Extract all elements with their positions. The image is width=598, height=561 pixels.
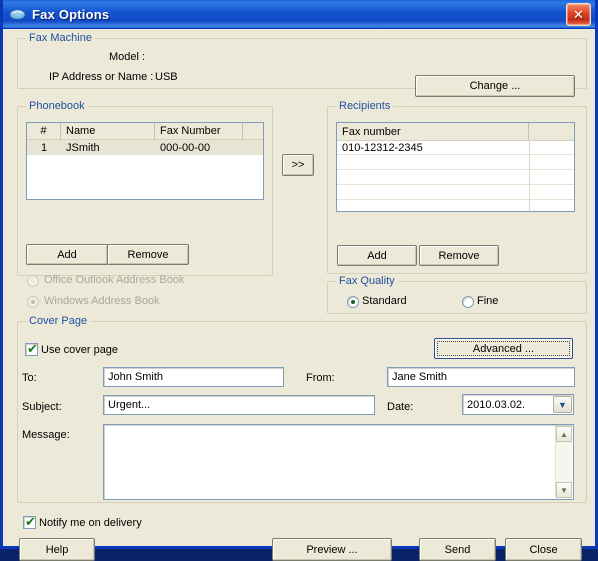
phonebook-add-button[interactable]: Add xyxy=(26,244,108,265)
label-quality-standard[interactable]: Standard xyxy=(362,295,407,307)
recipients-add-label: Add xyxy=(367,249,387,262)
recipients-header-row: Fax number xyxy=(337,123,574,141)
to-label: To: xyxy=(22,372,37,384)
phonebook-add-label: Add xyxy=(57,248,77,261)
close-button[interactable]: Close xyxy=(505,538,582,561)
transfer-to-recipients-button[interactable]: >> xyxy=(282,154,314,176)
phonebook-col-num[interactable]: # xyxy=(27,123,61,139)
ip-address-label: IP Address or Name : xyxy=(49,71,154,83)
change-button[interactable]: Change ... xyxy=(415,75,575,97)
phonebook-remove-label: Remove xyxy=(127,248,169,261)
phonebook-col-extra[interactable] xyxy=(243,123,263,139)
window-title: Fax Options xyxy=(32,6,110,22)
phonebook-remove-button[interactable]: Remove xyxy=(107,244,189,265)
recipients-remove-button[interactable]: Remove xyxy=(419,245,499,266)
to-field[interactable]: John Smith xyxy=(103,367,284,387)
recipients-column-divider xyxy=(529,140,530,211)
radio-quality-fine[interactable] xyxy=(462,296,474,308)
message-label: Message: xyxy=(22,429,70,441)
dialog-client-area: Fax Machine Model : IP Address or Name :… xyxy=(3,29,595,561)
preview-button[interactable]: Preview ... xyxy=(272,538,392,561)
message-textarea[interactable]: ▲ ▼ xyxy=(103,424,574,500)
date-value: 2010.03.02. xyxy=(467,398,526,411)
use-cover-page-checkbox[interactable]: ✔ xyxy=(25,343,38,356)
subject-field[interactable]: Urgent... xyxy=(103,395,375,415)
phonebook-col-fax[interactable]: Fax Number xyxy=(155,123,243,139)
help-button[interactable]: Help xyxy=(19,538,95,561)
advanced-button[interactable]: Advanced ... xyxy=(434,338,573,359)
date-label: Date: xyxy=(387,401,414,413)
radio-office-outlook-address-book xyxy=(27,275,39,287)
phonebook-col-name[interactable]: Name xyxy=(61,123,155,139)
phonebook-list[interactable]: # Name Fax Number 1 JSmith 000-00-00 xyxy=(26,122,264,200)
from-field-value: Jane Smith xyxy=(392,371,448,383)
phonebook-cell-extra xyxy=(243,140,263,155)
advanced-button-label: Advanced ... xyxy=(472,342,535,355)
scroll-up-icon[interactable]: ▲ xyxy=(556,426,572,442)
checkmark-icon: ✔ xyxy=(25,515,36,530)
help-button-label: Help xyxy=(45,543,69,556)
change-button-label: Change ... xyxy=(469,80,521,92)
message-scrollbar[interactable]: ▲ ▼ xyxy=(555,426,572,498)
phonebook-legend: Phonebook xyxy=(26,100,88,112)
phonebook-header-row: # Name Fax Number xyxy=(27,123,263,140)
radio-windows-address-book xyxy=(27,296,39,308)
list-item[interactable] xyxy=(337,185,574,200)
recipients-legend: Recipients xyxy=(336,100,394,112)
label-quality-fine[interactable]: Fine xyxy=(477,295,498,307)
radio-quality-standard[interactable] xyxy=(347,296,359,308)
phonebook-cell-name: JSmith xyxy=(66,141,100,154)
fax-options-window: Fax Options ✕ Fax Machine Model : IP Add… xyxy=(0,0,598,561)
label-windows-address-book: Windows Address Book xyxy=(44,295,160,307)
notify-on-delivery-label[interactable]: Notify me on delivery xyxy=(39,517,142,529)
table-row[interactable]: 1 JSmith 000-00-00 xyxy=(27,140,263,155)
use-cover-page-label[interactable]: Use cover page xyxy=(41,344,118,356)
close-button-label: Close xyxy=(529,543,558,556)
recipients-list[interactable]: Fax number 010-12312-2345 xyxy=(336,122,575,212)
scroll-down-icon[interactable]: ▼ xyxy=(556,482,572,498)
subject-field-value: Urgent... xyxy=(108,399,151,411)
model-label: Model : xyxy=(109,51,146,63)
transfer-button-label: >> xyxy=(291,159,305,171)
recipients-cell-extra xyxy=(529,141,574,154)
fax-machine-legend: Fax Machine xyxy=(26,32,95,44)
recipients-remove-label: Remove xyxy=(438,249,480,262)
close-glyph: ✕ xyxy=(573,6,584,22)
list-item[interactable] xyxy=(337,170,574,185)
list-item[interactable] xyxy=(337,155,574,170)
cover-page-legend: Cover Page xyxy=(26,315,91,327)
checkmark-icon: ✔ xyxy=(27,342,38,357)
recipients-cell-fax: 010-12312-2345 xyxy=(342,141,423,154)
ip-address-value: USB xyxy=(155,71,178,83)
recipients-col-fax[interactable]: Fax number xyxy=(337,123,529,140)
phonebook-cell-fax: 000-00-00 xyxy=(160,141,211,154)
title-bar: Fax Options ✕ xyxy=(3,0,595,29)
preview-button-label: Preview ... xyxy=(306,543,358,556)
label-office-outlook-address-book: Office Outlook Address Book xyxy=(44,274,185,286)
chevron-down-icon[interactable]: ▼ xyxy=(553,396,572,413)
subject-label: Subject: xyxy=(22,401,62,413)
close-icon[interactable]: ✕ xyxy=(566,2,591,26)
phonebook-cell-num: 1 xyxy=(40,141,48,154)
to-field-value: John Smith xyxy=(108,371,164,383)
notify-on-delivery-checkbox[interactable]: ✔ xyxy=(23,516,36,529)
from-field[interactable]: Jane Smith xyxy=(387,367,575,387)
date-dropdown[interactable]: 2010.03.02. ▼ xyxy=(462,394,574,415)
from-label: From: xyxy=(306,372,335,384)
list-item[interactable] xyxy=(337,200,574,211)
table-row[interactable]: 010-12312-2345 xyxy=(337,141,574,155)
fax-machine-icon xyxy=(9,7,26,22)
send-button[interactable]: Send xyxy=(419,538,496,561)
send-button-label: Send xyxy=(444,543,471,556)
recipients-add-button[interactable]: Add xyxy=(337,245,417,266)
recipients-col-extra[interactable] xyxy=(529,123,574,140)
fax-quality-legend: Fax Quality xyxy=(336,275,398,287)
